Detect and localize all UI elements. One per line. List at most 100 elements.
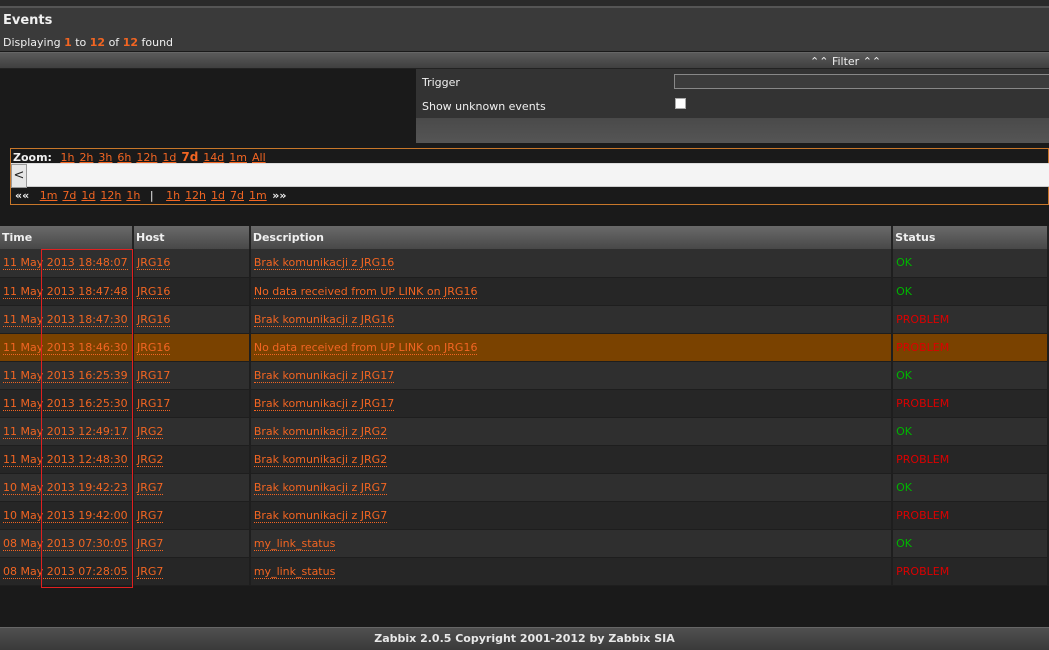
event-description-link[interactable]: my_link_status (253, 536, 336, 551)
displaying-total: 12 (122, 36, 138, 49)
event-status: OK (896, 256, 913, 270)
navigation-separator: | (149, 189, 154, 202)
event-description-link-cell: my_link_status (249, 557, 894, 586)
event-host-link[interactable]: JRG16 (136, 284, 171, 299)
navigate-back-1h[interactable]: 1h (126, 189, 140, 202)
event-description-link[interactable]: Brak komunikacji z JRG7 (253, 508, 388, 523)
event-time-link[interactable]: 10 May 2013 19:42:00 (3, 508, 128, 523)
column-header-status: Status (892, 226, 1049, 249)
event-description-link[interactable]: Brak komunikacji z JRG17 (253, 396, 395, 411)
chevron-left-icon: < (13, 168, 25, 183)
event-time-link-cell: 11 May 2013 18:47:30 (0, 305, 134, 334)
navigate-forward-1d[interactable]: 1d (211, 189, 225, 202)
event-description-link[interactable]: Brak komunikacji z JRG17 (253, 368, 395, 383)
event-host-link[interactable]: JRG2 (136, 452, 164, 467)
event-host-link-cell: JRG7 (132, 501, 251, 530)
column-header-time[interactable]: Time (0, 226, 134, 249)
navigate-forward-1m[interactable]: 1m (249, 189, 267, 202)
event-time-link-cell: 11 May 2013 18:46:30 (0, 333, 134, 362)
event-status-cell: OK (892, 417, 1049, 446)
event-time-link-cell: 11 May 2013 12:48:30 (0, 445, 134, 474)
event-host-link[interactable]: JRG16 (136, 256, 171, 271)
scroll-left-button[interactable]: < (11, 164, 27, 188)
event-time-link-cell: 08 May 2013 07:30:05 (0, 529, 134, 558)
navigate-back-1d[interactable]: 1d (81, 189, 95, 202)
filter-panel: Trigger Show unknown events (416, 69, 1049, 143)
event-status: PROBLEM (896, 340, 950, 354)
event-host-link[interactable]: JRG7 (136, 564, 164, 579)
event-time-link-cell: 11 May 2013 18:47:48 (0, 277, 134, 306)
event-time-link-cell: 10 May 2013 19:42:23 (0, 473, 134, 502)
event-status-cell: PROBLEM (892, 557, 1049, 586)
event-status-cell: OK (892, 473, 1049, 502)
event-host-link[interactable]: JRG7 (136, 480, 164, 495)
event-description-link[interactable]: No data received from UP LINK on JRG16 (253, 340, 478, 355)
table-row: 10 May 2013 19:42:23 JRG7 Brak komunikacji… (0, 473, 1049, 502)
table-header-row: Time Host Description Status (0, 226, 1049, 249)
navigate-back-7d[interactable]: 7d (62, 189, 76, 202)
event-time-link[interactable]: 10 May 2013 19:42:23 (3, 480, 128, 495)
table-row: 11 May 2013 18:47:30 JRG16 Brak komunikacj… (0, 305, 1049, 334)
filter-toggle-button[interactable]: ⌃⌃ Filter ⌃⌃ (810, 55, 881, 68)
event-time-link[interactable]: 11 May 2013 16:25:39 (3, 368, 128, 383)
event-description-link-cell: Brak komunikacji z JRG16 (249, 305, 894, 334)
event-description-link[interactable]: Brak komunikacji z JRG16 (253, 256, 395, 271)
event-host-link[interactable]: JRG17 (136, 396, 171, 411)
event-time-link[interactable]: 11 May 2013 18:48:07 (3, 256, 128, 271)
top-bar (0, 0, 1049, 8)
event-time-link-cell: 10 May 2013 19:42:00 (0, 501, 134, 530)
event-time-link[interactable]: 08 May 2013 07:30:05 (3, 536, 128, 551)
event-status: PROBLEM (896, 312, 950, 326)
event-description-link[interactable]: Brak komunikacji z JRG2 (253, 452, 388, 467)
event-time-link[interactable]: 11 May 2013 18:46:30 (3, 340, 128, 355)
event-time-link-cell: 08 May 2013 07:28:05 (0, 557, 134, 586)
show-unknown-events-checkbox[interactable] (675, 98, 686, 109)
navigate-forward-12h[interactable]: 12h (185, 189, 206, 202)
event-description-link[interactable]: No data received from UP LINK on JRG16 (253, 284, 478, 299)
navigate-forward-button[interactable]: »» (272, 189, 286, 202)
event-description-link[interactable]: Brak komunikacji z JRG2 (253, 424, 388, 439)
event-time-link[interactable]: 11 May 2013 12:48:30 (3, 452, 128, 467)
navigate-back-12h[interactable]: 12h (100, 189, 121, 202)
event-host-link[interactable]: JRG16 (136, 312, 171, 327)
event-time-link[interactable]: 11 May 2013 16:25:30 (3, 396, 128, 411)
navigate-forward-1h[interactable]: 1h (166, 189, 180, 202)
trigger-input[interactable] (674, 74, 1049, 89)
navigate-back-button[interactable]: «« (15, 189, 29, 202)
event-host-link[interactable]: JRG7 (136, 508, 164, 523)
column-header-host[interactable]: Host (132, 226, 251, 249)
table-row: 08 May 2013 07:30:05 JRG7 my_link_status OK (0, 529, 1049, 558)
event-status: PROBLEM (896, 396, 950, 410)
zoom-option-7d[interactable]: 7d (181, 150, 198, 164)
events-table: Time Host Description Status 11 May 2013… (0, 226, 1049, 586)
event-time-link[interactable]: 08 May 2013 07:28:05 (3, 564, 128, 579)
event-description-link-cell: No data received from UP LINK on JRG16 (249, 333, 894, 362)
event-time-link[interactable]: 11 May 2013 18:47:48 (3, 284, 128, 299)
event-host-link[interactable]: JRG17 (136, 368, 171, 383)
timeline-scrollbar[interactable]: < (11, 163, 1049, 188)
event-time-link[interactable]: 11 May 2013 12:49:17 (3, 424, 128, 439)
event-host-link[interactable]: JRG16 (136, 340, 171, 355)
event-description-link[interactable]: Brak komunikacji z JRG16 (253, 312, 395, 327)
table-row: 11 May 2013 16:25:30 JRG17 Brak komunikacj… (0, 389, 1049, 418)
footer: Zabbix 2.0.5 Copyright 2001-2012 by Zabb… (0, 627, 1049, 650)
navigate-forward-7d[interactable]: 7d (230, 189, 244, 202)
event-status: PROBLEM (896, 564, 950, 578)
page-title: Events (3, 13, 53, 28)
column-header-description[interactable]: Description (249, 226, 894, 249)
period-navigation: «« 1m 7d 1d 12h 1h | 1h 12h 1d 7d 1m »» (13, 189, 288, 202)
event-description-link-cell: Brak komunikacji z JRG16 (249, 249, 894, 278)
event-status-cell: OK (892, 529, 1049, 558)
event-description-link[interactable]: my_link_status (253, 564, 336, 579)
navigate-back-1m[interactable]: 1m (40, 189, 58, 202)
double-chevron-up-icon: ⌃⌃ (862, 55, 882, 68)
event-host-link[interactable]: JRG2 (136, 424, 164, 439)
event-time-link[interactable]: 11 May 2013 18:47:30 (3, 312, 128, 327)
event-status-cell: PROBLEM (892, 445, 1049, 474)
displaying-from: 1 (64, 36, 72, 49)
event-status-cell: PROBLEM (892, 305, 1049, 334)
event-host-link-cell: JRG7 (132, 557, 251, 586)
event-host-link[interactable]: JRG7 (136, 536, 164, 551)
footer-copyright: Zabbix 2.0.5 Copyright 2001-2012 by Zabb… (374, 632, 675, 645)
event-description-link[interactable]: Brak komunikacji z JRG7 (253, 480, 388, 495)
